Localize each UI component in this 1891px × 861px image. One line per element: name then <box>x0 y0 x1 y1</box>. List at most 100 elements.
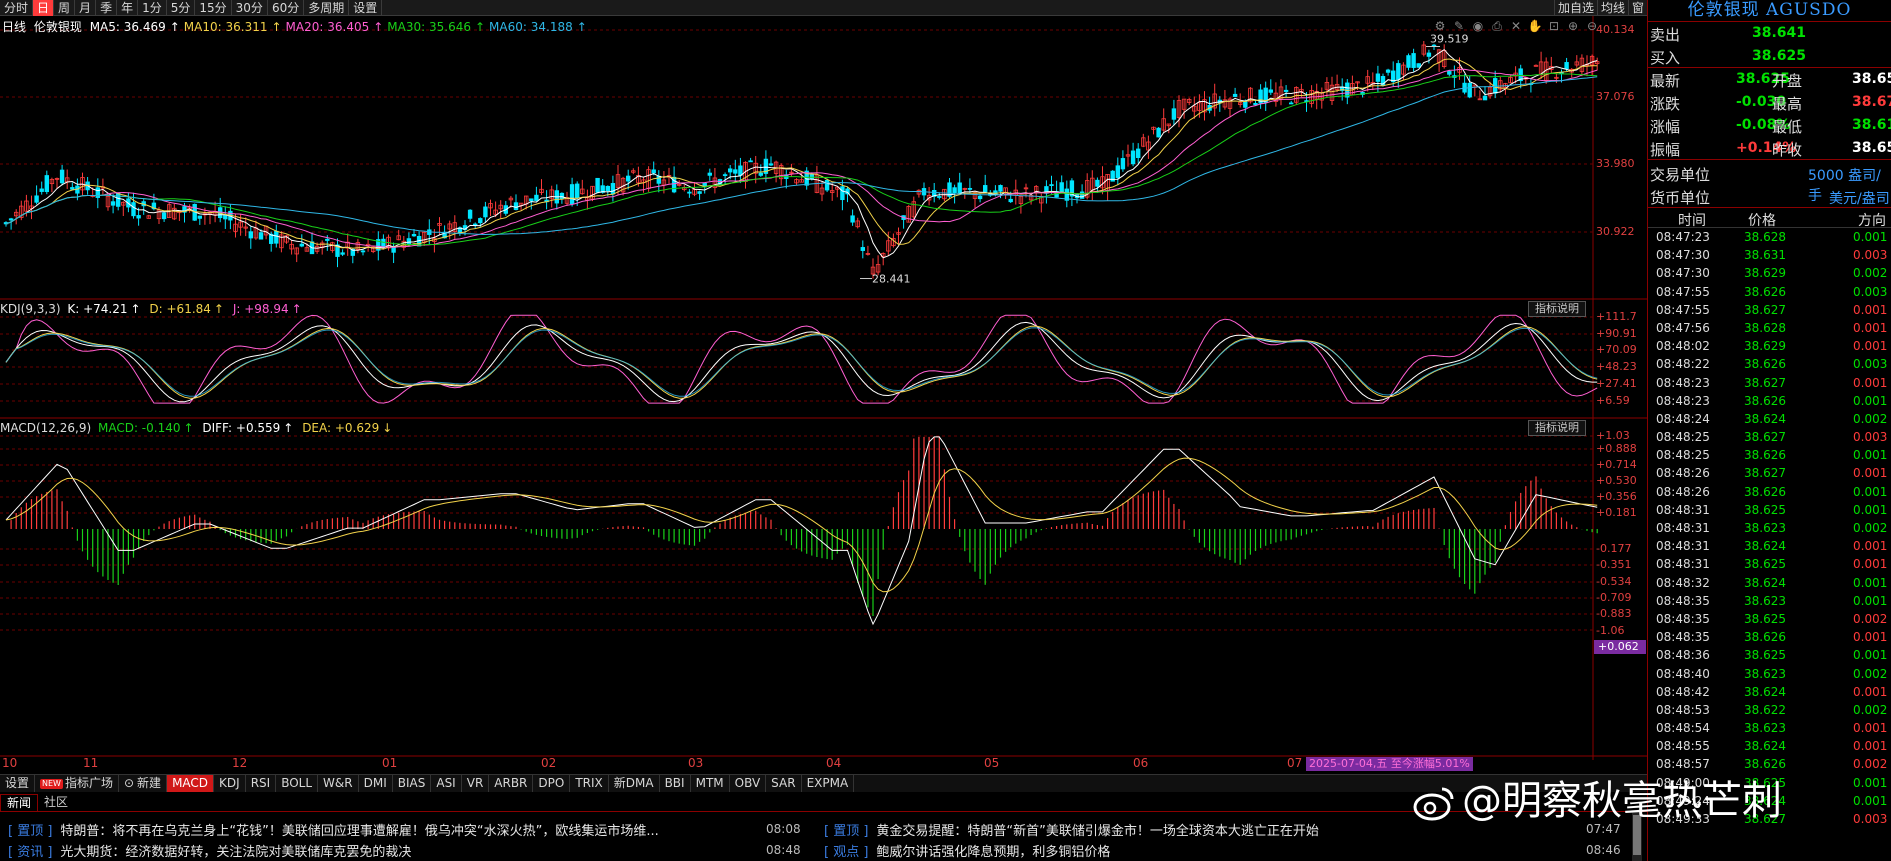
candle-body <box>575 183 580 199</box>
quote-value: 38.61 <box>1852 117 1891 133</box>
indicator-tab-10[interactable]: ASI <box>431 775 462 792</box>
indicator-tab-16[interactable]: BBI <box>660 775 691 792</box>
tick-time: 08:48:25 <box>1656 430 1710 445</box>
indicator-tab-0[interactable]: 设置 <box>0 775 36 792</box>
candle-body <box>340 252 345 255</box>
news-item[interactable]: [ 观点 ] 鲍威尔讲话强化降息预期，利多铜铝价格 <box>824 841 1110 860</box>
indicator-tab-1[interactable]: NEW 指标广场 <box>35 775 119 792</box>
candle-body <box>39 188 44 192</box>
news-item[interactable]: [ 资讯 ] 光大期货：经济数据好转，关注法院对美联储库克罢免的裁决 <box>8 841 411 860</box>
indicator-tab-11[interactable]: VR <box>462 775 490 792</box>
indicator-tab-label: BBI <box>664 776 685 790</box>
chart-area[interactable]: 39.519 28.441 日线 伦敦银现 MA5: 36.469 ↑ MA10: 3… <box>0 16 1647 760</box>
indicator-tab-18[interactable]: OBV <box>730 775 767 792</box>
indicator-tab-2[interactable]: ⊙ 新建 <box>119 775 168 792</box>
lock-icon[interactable]: ⊡ <box>1546 18 1562 34</box>
tick-price: 38.623 <box>1744 593 1786 608</box>
news-tab-1[interactable]: 社区 <box>38 794 74 811</box>
tick-price: 38.627 <box>1744 375 1786 390</box>
indicator-tab-3[interactable]: MACD <box>167 775 215 792</box>
quote-label: 涨幅 <box>1650 118 1681 136</box>
tick-price: 38.626 <box>1744 448 1786 463</box>
news-time: 08:48 <box>766 843 801 857</box>
period-tab-9[interactable]: 30分 <box>232 0 268 16</box>
macd-axis-label: +1.03 <box>1596 429 1630 442</box>
gear-icon[interactable]: ⚙ <box>1432 18 1448 34</box>
trash-icon[interactable]: ✕ <box>1508 18 1524 34</box>
news-tab-0[interactable]: 新闻 <box>0 794 39 811</box>
indicator-tab-9[interactable]: BIAS <box>393 775 432 792</box>
indicator-tab-label: BOLL <box>281 776 313 790</box>
tick-change: 0.002 <box>1853 666 1888 681</box>
currency-value: 美元/盎司 <box>1829 191 1890 207</box>
price-axis-label: 37.076 <box>1596 90 1635 103</box>
top-button-2[interactable]: 窗 <box>1627 0 1647 16</box>
tick-time: 08:48:53 <box>1656 702 1710 717</box>
tick-list[interactable]: 08:47:23 38.628 0.001 08:47:30 38.631 0.003 08… <box>1648 228 1891 828</box>
period-tab-12[interactable]: 设置 <box>349 0 383 16</box>
news-item[interactable]: [ 置顶 ] 特朗普：将不再在乌克兰身上“花钱”！美联储回应理事遭解雇！俄乌冲突“… <box>8 820 659 839</box>
tick-row: 08:48:31 38.625 0.001 <box>1648 501 1891 519</box>
chart-canvas[interactable]: 39.519 28.441 <box>0 16 1647 760</box>
candle-body <box>534 194 539 201</box>
indicator-tab-6[interactable]: BOLL <box>276 775 319 792</box>
period-tab-1[interactable]: 日 <box>33 0 55 16</box>
indicator-tab-20[interactable]: EXPMA <box>802 775 855 792</box>
indicator-tab-19[interactable]: SAR <box>766 775 802 792</box>
indicator-tab-13[interactable]: DPO <box>533 775 571 792</box>
tick-price: 38.628 <box>1744 320 1786 335</box>
ma20-line <box>5 68 1598 248</box>
indicator-tab-4[interactable]: KDJ <box>214 775 246 792</box>
tick-row: 08:47:30 38.629 0.002 <box>1648 264 1891 282</box>
period-tab-4[interactable]: 季 <box>96 0 118 16</box>
printer-icon[interactable]: ⎙ <box>1489 18 1505 34</box>
tick-row: 08:48:26 38.627 0.001 <box>1648 464 1891 482</box>
period-tab-10[interactable]: 60分 <box>268 0 305 16</box>
eye-icon[interactable]: ◉ <box>1470 18 1486 34</box>
tick-time: 08:48:55 <box>1656 739 1710 754</box>
tick-change: 0.003 <box>1853 430 1888 445</box>
macd-axis-label: -0.534 <box>1596 575 1632 588</box>
quote-label: 振幅 <box>1650 141 1681 159</box>
month-label: 06 <box>1133 756 1149 770</box>
month-label: 07 <box>1287 756 1303 770</box>
indicator-tab-label: TRIX <box>575 776 603 790</box>
zoom-in-icon[interactable]: ⊕ <box>1565 18 1581 34</box>
hand-icon[interactable]: ✋ <box>1527 18 1543 34</box>
instrument-label: 伦敦银现 <box>33 20 82 34</box>
currency-label: 货币单位 <box>1650 189 1711 207</box>
period-tab-6[interactable]: 1分 <box>138 0 167 16</box>
kdj-help-button[interactable]: 指标说明 <box>1528 301 1586 317</box>
sell-row: 卖出 38.641 <box>1648 22 1891 45</box>
candle-body <box>1283 89 1289 92</box>
candle-body <box>651 169 656 174</box>
news-tag: [ 置顶 ] <box>8 824 53 839</box>
pen-icon[interactable]: ✎ <box>1451 18 1467 34</box>
tick-change: 0.001 <box>1853 539 1888 554</box>
indicator-tab-17[interactable]: MTM <box>691 775 730 792</box>
period-tab-3[interactable]: 月 <box>75 0 97 16</box>
indicator-tab-5[interactable]: RSI <box>246 775 277 792</box>
top-button-0[interactable]: 加自选 <box>1553 0 1597 16</box>
indicator-tab-14[interactable]: TRIX <box>570 775 609 792</box>
top-button-1[interactable]: 均线 <box>1596 0 1628 16</box>
macd-axis-label: -0.351 <box>1596 558 1632 571</box>
candle-body <box>1447 71 1452 75</box>
indicator-tab-7[interactable]: W&R <box>318 775 359 792</box>
indicator-tab-15[interactable]: 新DMA <box>609 775 660 792</box>
news-item[interactable]: [ 置顶 ] 黄金交易提醒：特朗普“新首”美联储引爆金市！一场全球资本大逃亡正在开… <box>824 820 1319 839</box>
period-tab-2[interactable]: 周 <box>54 0 76 16</box>
period-tab-11[interactable]: 多周期 <box>304 0 350 16</box>
tick-row: 08:48:02 38.629 0.001 <box>1648 337 1891 355</box>
indicator-tab-8[interactable]: DMI <box>359 775 393 792</box>
macd-axis-label: -0.177 <box>1596 542 1632 555</box>
macd-axis-label: +0.714 <box>1596 458 1637 471</box>
period-tab-8[interactable]: 15分 <box>195 0 232 16</box>
period-tab-5[interactable]: 年 <box>117 0 139 16</box>
indicator-tab-12[interactable]: ARBR <box>489 775 534 792</box>
price-axis-label: 33.980 <box>1596 157 1635 170</box>
macd-help-button[interactable]: 指标说明 <box>1528 420 1586 436</box>
news-tag: [ 资讯 ] <box>8 845 53 860</box>
period-tab-7[interactable]: 5分 <box>167 0 196 16</box>
period-tab-0[interactable]: 分时 <box>0 0 34 16</box>
